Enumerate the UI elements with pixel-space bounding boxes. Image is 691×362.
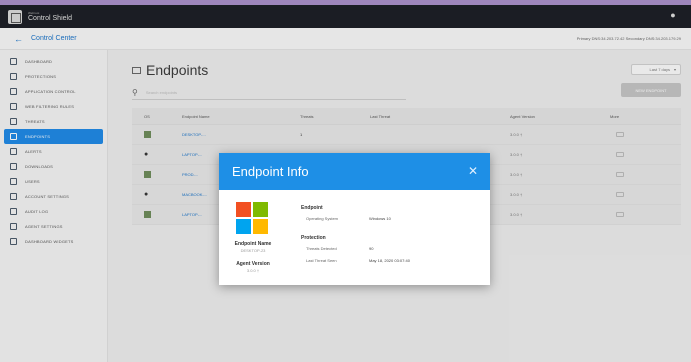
windows-logo-icon	[236, 202, 268, 234]
threats-value: 90	[369, 246, 374, 251]
threats-key: Threats Detected	[306, 246, 337, 251]
endpoint-name-label: Endpoint Name	[234, 241, 272, 247]
close-icon[interactable]: ✕	[468, 164, 478, 178]
agent-version-value: 3.0.0 †	[246, 268, 260, 273]
modal-title: Endpoint Info	[232, 164, 309, 179]
last-threat-value: May 18, 2020 03:07:40	[369, 258, 410, 263]
last-threat-key: Last Threat Seen	[306, 258, 337, 263]
agent-version-label: Agent Version	[236, 261, 270, 267]
section-protection: Protection	[301, 235, 326, 241]
modal-body: Endpoint Name DESKTOP-23 Agent Version 3…	[219, 190, 490, 285]
endpoint-name-value: DESKTOP-23	[240, 248, 266, 253]
os-value: Windows 10	[369, 216, 391, 221]
os-key: Operating System	[306, 216, 339, 221]
endpoint-info-modal: Endpoint Info ✕ Endpoint Name DESKTOP-23…	[219, 153, 490, 285]
section-endpoint: Endpoint	[301, 205, 323, 211]
modal-header: Endpoint Info ✕	[219, 153, 490, 190]
